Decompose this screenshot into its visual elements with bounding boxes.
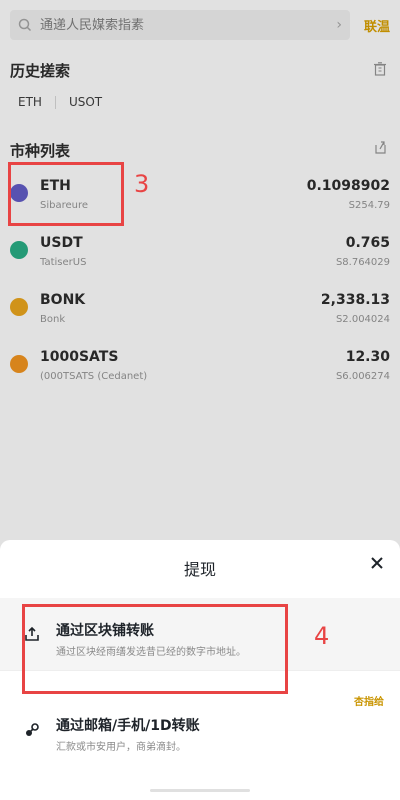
- transfer-icon: [26, 723, 39, 736]
- annotation-label-3: 3: [134, 170, 150, 198]
- option-description: 汇款或市安用户，商弟滴封。: [56, 742, 186, 753]
- annotation-box-3: [8, 162, 124, 226]
- internal-transfer-option[interactable]: 通过邮箱/手机/1D转账 汇款或市安用户，商弟滴封。: [0, 695, 400, 767]
- home-indicator: [150, 789, 250, 792]
- close-icon[interactable]: [368, 554, 386, 572]
- annotation-label-4: 4: [314, 622, 330, 650]
- sheet-title: 提现: [183, 560, 216, 579]
- option-title: 通过邮箱/手机/1D转账: [56, 718, 200, 734]
- annotation-box-4: [22, 604, 288, 694]
